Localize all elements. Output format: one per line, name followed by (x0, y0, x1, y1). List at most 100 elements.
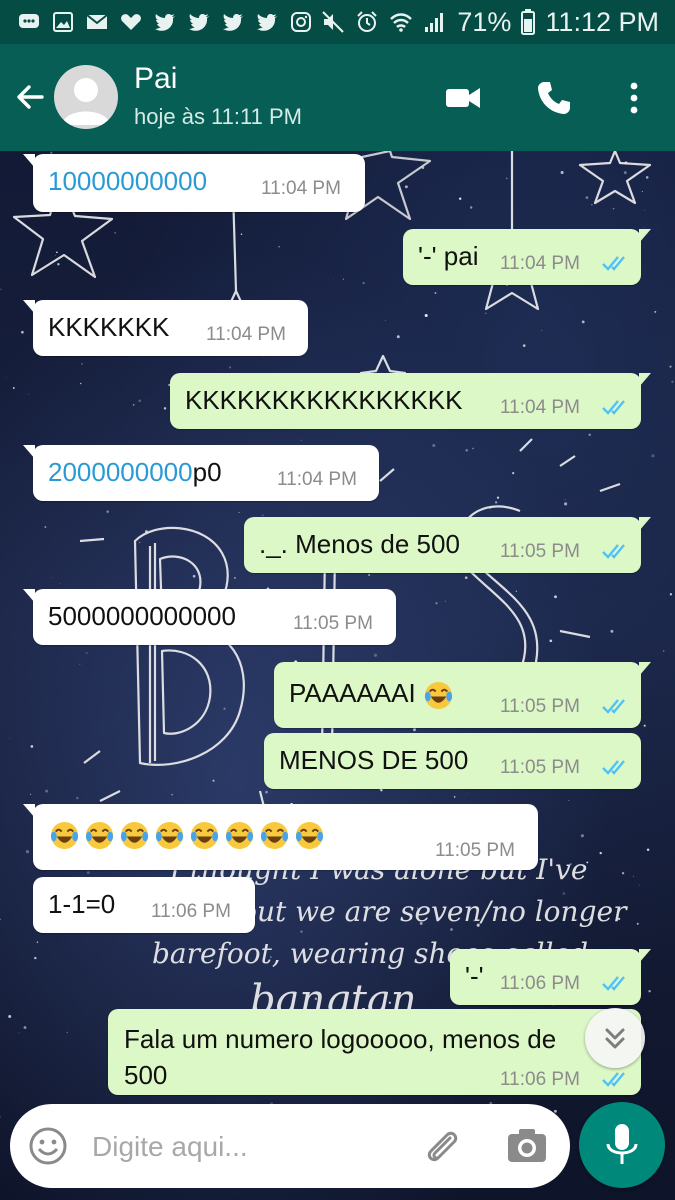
star-dot (396, 335, 400, 339)
message-bubble-outgoing[interactable]: '-' pai 11:04 PM (403, 229, 651, 285)
default-avatar-icon (62, 78, 110, 125)
face-with-tears-of-joy-icon (155, 821, 184, 849)
face-with-tears-of-joy-icon (225, 821, 254, 849)
chat-area[interactable]: I thought I was alone but I've found out… (0, 151, 675, 1200)
message-text: MENOS DE 500 (279, 745, 469, 775)
star-dot (342, 278, 344, 280)
wifi-icon (390, 13, 413, 32)
read-ticks-icon (602, 1072, 625, 1087)
star-dot (163, 407, 167, 410)
star-dot (300, 439, 302, 441)
face-with-tears-of-joy-icon (120, 821, 149, 849)
star-dot (0, 918, 2, 921)
read-ticks-icon (602, 976, 625, 991)
scroll-to-bottom-button[interactable] (585, 1008, 645, 1068)
star-dot (368, 573, 371, 577)
star-dot (300, 930, 303, 933)
message-bubble-incoming[interactable]: 10000000000 11:04 PM (23, 154, 365, 212)
star-dot (278, 246, 280, 248)
star-dot (54, 255, 56, 256)
message-bubble-outgoing[interactable]: PAAAAAAI 11:05 PM (274, 662, 651, 728)
phone-number-link[interactable]: 10000000000 (48, 166, 207, 196)
star-dot (588, 433, 591, 436)
star-dot (106, 510, 109, 513)
message-time: 11:04 PM (261, 178, 341, 199)
message-bubble-incoming[interactable]: 5000000000000 11:05 PM (23, 589, 396, 645)
message-bubble-outgoing[interactable]: MENOS DE 500 11:05 PM (264, 733, 641, 789)
star-dot (373, 653, 377, 657)
star-dot (435, 602, 438, 605)
star-dot (560, 171, 564, 174)
star-dot (81, 363, 83, 365)
battery-icon (521, 9, 536, 35)
message-bubble-outgoing[interactable]: KKKKKKKKKKKKKKKK 11:04 PM (170, 373, 651, 429)
message-bubble-incoming[interactable]: 11:05 PM (23, 804, 538, 870)
phone-number-link[interactable]: 2000000000 (48, 457, 193, 487)
star-dot (8, 1015, 12, 1018)
star-dot (465, 449, 468, 452)
star-dot (132, 404, 135, 406)
attach-icon[interactable] (420, 1124, 464, 1168)
star-dot (599, 851, 602, 855)
emoji-icon[interactable] (26, 1124, 70, 1168)
message-time: 11:04 PM (500, 397, 580, 418)
star-dot (612, 207, 615, 210)
message-bubble-outgoing[interactable]: '-' 11:06 PM (450, 949, 651, 1005)
star-dot (522, 344, 526, 347)
star-dot (124, 706, 126, 708)
read-ticks-icon (602, 544, 625, 559)
image-icon (53, 12, 73, 32)
message-bubble-incoming[interactable]: 1-1=0 11:06 PM (33, 877, 255, 933)
message-text: ._. Menos de 500 (259, 529, 460, 559)
last-seen: hoje às 11:11 PM (134, 104, 302, 129)
face-with-tears-of-joy-icon (50, 821, 79, 849)
twitter-icon (189, 14, 209, 31)
message-input[interactable] (90, 1128, 394, 1166)
star-dot (641, 191, 643, 192)
star-dot (472, 447, 474, 450)
voice-message-button[interactable] (579, 1102, 665, 1188)
more-vert-icon[interactable] (614, 78, 654, 118)
avatar[interactable] (54, 65, 118, 129)
star-dot (223, 707, 226, 710)
star-dot (30, 745, 34, 748)
message-bubble-outgoing[interactable]: Fala um numero logooooo, menos de 500 11:… (108, 1009, 641, 1095)
star-dot (591, 204, 593, 206)
message-bubble-incoming[interactable]: 2000000000p0 11:04 PM (23, 445, 379, 501)
star-dot (212, 779, 215, 782)
camera-icon[interactable] (504, 1124, 550, 1168)
star-dot (36, 941, 39, 943)
video-call-icon[interactable] (443, 78, 483, 118)
star-dot (23, 1026, 27, 1029)
star-dot (444, 600, 446, 602)
microphone-icon (606, 1124, 638, 1164)
message-text: 2000000000p0 (48, 457, 222, 487)
star-dot (171, 793, 173, 796)
message-bubble-outgoing[interactable]: ._. Menos de 500 11:05 PM (244, 517, 651, 573)
message-time: 11:05 PM (500, 541, 580, 562)
message-time: 11:04 PM (500, 253, 580, 274)
face-with-tears-of-joy-icon (424, 681, 452, 709)
star-dot (66, 1031, 68, 1034)
message-time: 11:06 PM (500, 973, 580, 994)
star-dot (139, 542, 141, 543)
message-bubble-incoming[interactable]: KKKKKKK 11:04 PM (23, 300, 308, 356)
star-dot (643, 226, 645, 228)
star-dot (0, 288, 2, 291)
star-dot (384, 319, 387, 321)
contact-name[interactable]: Pai (134, 62, 177, 96)
back-arrow-icon[interactable] (12, 79, 48, 115)
star-dot (56, 251, 58, 254)
star-dot (669, 593, 673, 596)
message-text: 1-1=0 (48, 889, 116, 919)
star-dot (265, 790, 268, 794)
mute-icon (322, 11, 345, 33)
message-time: 11:05 PM (293, 613, 373, 634)
face-with-tears-of-joy-icon (295, 821, 324, 849)
message-time: 11:04 PM (277, 469, 357, 490)
star-dot (79, 663, 81, 665)
star-dot (21, 330, 24, 334)
phone-call-icon[interactable] (534, 78, 574, 118)
star-dot (114, 232, 116, 234)
star-dot (651, 454, 655, 458)
